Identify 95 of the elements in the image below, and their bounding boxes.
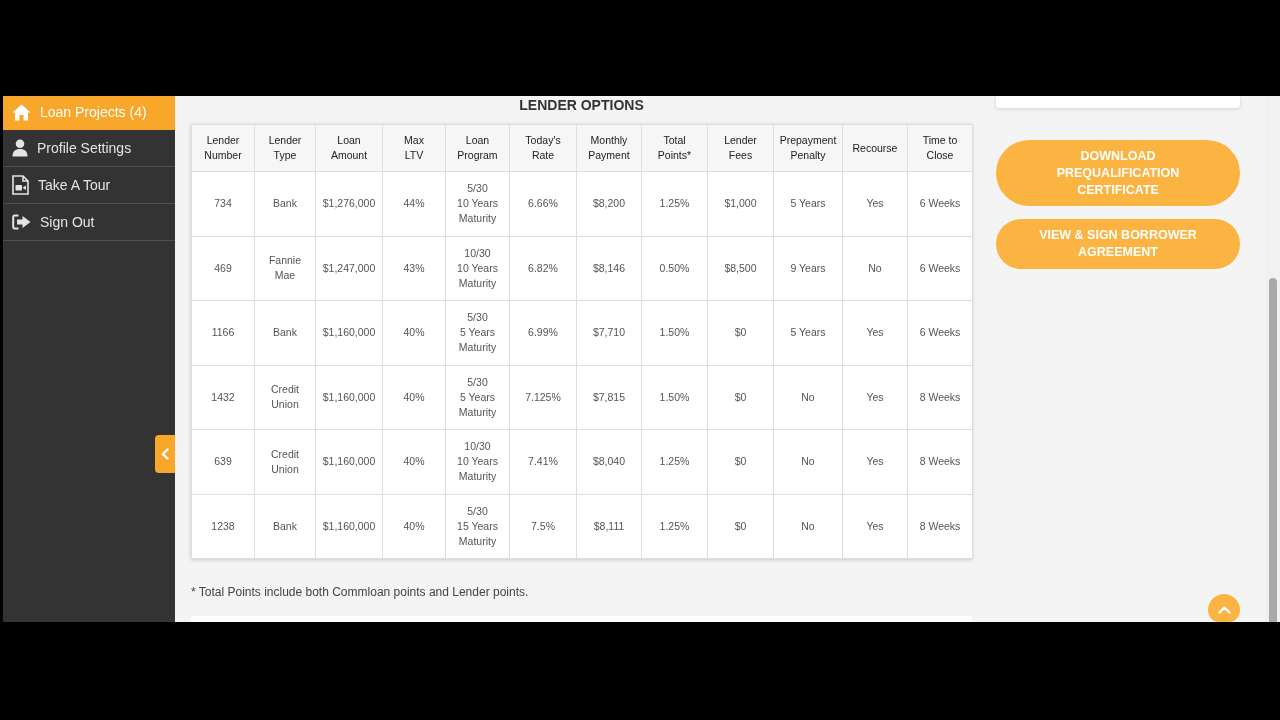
- table-cell: $8,200: [576, 171, 642, 236]
- sidebar-item[interactable]: Take A Tour: [3, 167, 175, 204]
- table-cell: $8,111: [576, 494, 642, 559]
- table-cell: No: [773, 429, 843, 494]
- table-cell: $0: [707, 494, 774, 559]
- table-cell: $1,160,000: [315, 429, 383, 494]
- table-cell: $1,160,000: [315, 365, 383, 430]
- table-cell: 5/30 5 Years Maturity: [445, 365, 510, 430]
- table-cell: Credit Union: [254, 365, 316, 430]
- table-cell: No: [842, 236, 908, 301]
- table-cell: 7.125%: [509, 365, 577, 430]
- table-cell: Yes: [842, 494, 908, 559]
- user-icon: [12, 139, 28, 157]
- column-header: Loan Amount: [315, 124, 383, 172]
- table-cell: 1.25%: [641, 171, 708, 236]
- table-cell: 734: [191, 171, 255, 236]
- section-title: LENDER OPTIONS: [519, 96, 644, 114]
- table-cell: 40%: [382, 365, 446, 430]
- table-cell: 40%: [382, 494, 446, 559]
- table-cell: $7,710: [576, 300, 642, 365]
- footnote-text: * Total Points include both Commloan points and Lender points.: [191, 585, 530, 599]
- table-cell: $1,160,000: [315, 494, 383, 559]
- table-cell: 43%: [382, 236, 446, 301]
- table-cell: 10/30 10 Years Maturity: [445, 236, 510, 301]
- table-cell: 6.82%: [509, 236, 577, 301]
- table-cell: 7.5%: [509, 494, 577, 559]
- scrollbar-thumb[interactable]: [1268, 278, 1277, 622]
- table-cell: 1.25%: [641, 494, 708, 559]
- table-cell: 1.25%: [641, 429, 708, 494]
- column-header: Loan Program: [445, 124, 510, 172]
- table-cell: $8,500: [707, 236, 774, 301]
- table-cell: $8,146: [576, 236, 642, 301]
- table-cell: 1238: [191, 494, 255, 559]
- table-cell: 6.66%: [509, 171, 577, 236]
- column-header: Time to Close: [907, 124, 973, 172]
- table-cell: 1.50%: [641, 300, 708, 365]
- table-cell: 1166: [191, 300, 255, 365]
- table-cell: 639: [191, 429, 255, 494]
- table-cell: $7,815: [576, 365, 642, 430]
- table-cell: $1,247,000: [315, 236, 383, 301]
- column-header: Lender Number: [191, 124, 255, 172]
- table-cell: 6 Weeks: [907, 171, 973, 236]
- table-cell: 5/30 5 Years Maturity: [445, 300, 510, 365]
- table-cell: Yes: [842, 300, 908, 365]
- table-cell: Bank: [254, 171, 316, 236]
- table-cell: 8 Weeks: [907, 429, 973, 494]
- table-cell: $8,040: [576, 429, 642, 494]
- table-cell: 6 Weeks: [907, 236, 973, 301]
- column-header: Total Points*: [641, 124, 708, 172]
- table-cell: 6.99%: [509, 300, 577, 365]
- table-cell: $1,160,000: [315, 300, 383, 365]
- table-cell: 40%: [382, 300, 446, 365]
- table-cell: 40%: [382, 429, 446, 494]
- table-cell: $0: [707, 429, 774, 494]
- chevron-up-icon: [1217, 606, 1231, 614]
- table-cell: 10/30 10 Years Maturity: [445, 429, 510, 494]
- table-cell: 5 Years: [773, 300, 843, 365]
- table-cell: Credit Union: [254, 429, 316, 494]
- table-cell: $1,000: [707, 171, 774, 236]
- column-header: Lender Type: [254, 124, 316, 172]
- chevron-left-icon: [161, 448, 169, 460]
- table-cell: Yes: [842, 365, 908, 430]
- table-cell: $1,276,000: [315, 171, 383, 236]
- column-header: Prepayment Penalty: [773, 124, 843, 172]
- table-cell: 6 Weeks: [907, 300, 973, 365]
- table-cell: Bank: [254, 494, 316, 559]
- column-header: Recourse: [842, 124, 908, 172]
- table-cell: $0: [707, 300, 774, 365]
- table-cell: 44%: [382, 171, 446, 236]
- column-header: Lender Fees: [707, 124, 774, 172]
- table-cell: 469: [191, 236, 255, 301]
- table-cell: Yes: [842, 429, 908, 494]
- sign-out-icon: [12, 214, 31, 230]
- video-file-icon: [12, 175, 29, 195]
- table-cell: 5 Years: [773, 171, 843, 236]
- table-cell: 0.50%: [641, 236, 708, 301]
- table-cell: Bank: [254, 300, 316, 365]
- column-header: Today's Rate: [509, 124, 577, 172]
- home-icon: [12, 104, 31, 121]
- table-cell: 1432: [191, 365, 255, 430]
- table-cell: No: [773, 365, 843, 430]
- column-header: Monthly Payment: [576, 124, 642, 172]
- table-cell: Yes: [842, 171, 908, 236]
- table-cell: 5/30 15 Years Maturity: [445, 494, 510, 559]
- column-header: Max LTV: [382, 124, 446, 172]
- table-cell: 1.50%: [641, 365, 708, 430]
- collapse-sidebar-button[interactable]: [155, 435, 175, 473]
- table-cell: 7.41%: [509, 429, 577, 494]
- table-cell: $0: [707, 365, 774, 430]
- table-cell: No: [773, 494, 843, 559]
- table-cell: 8 Weeks: [907, 365, 973, 430]
- table-cell: 8 Weeks: [907, 494, 973, 559]
- table-cell: Fannie Mae: [254, 236, 316, 301]
- table-cell: 9 Years: [773, 236, 843, 301]
- table-cell: 5/30 10 Years Maturity: [445, 171, 510, 236]
